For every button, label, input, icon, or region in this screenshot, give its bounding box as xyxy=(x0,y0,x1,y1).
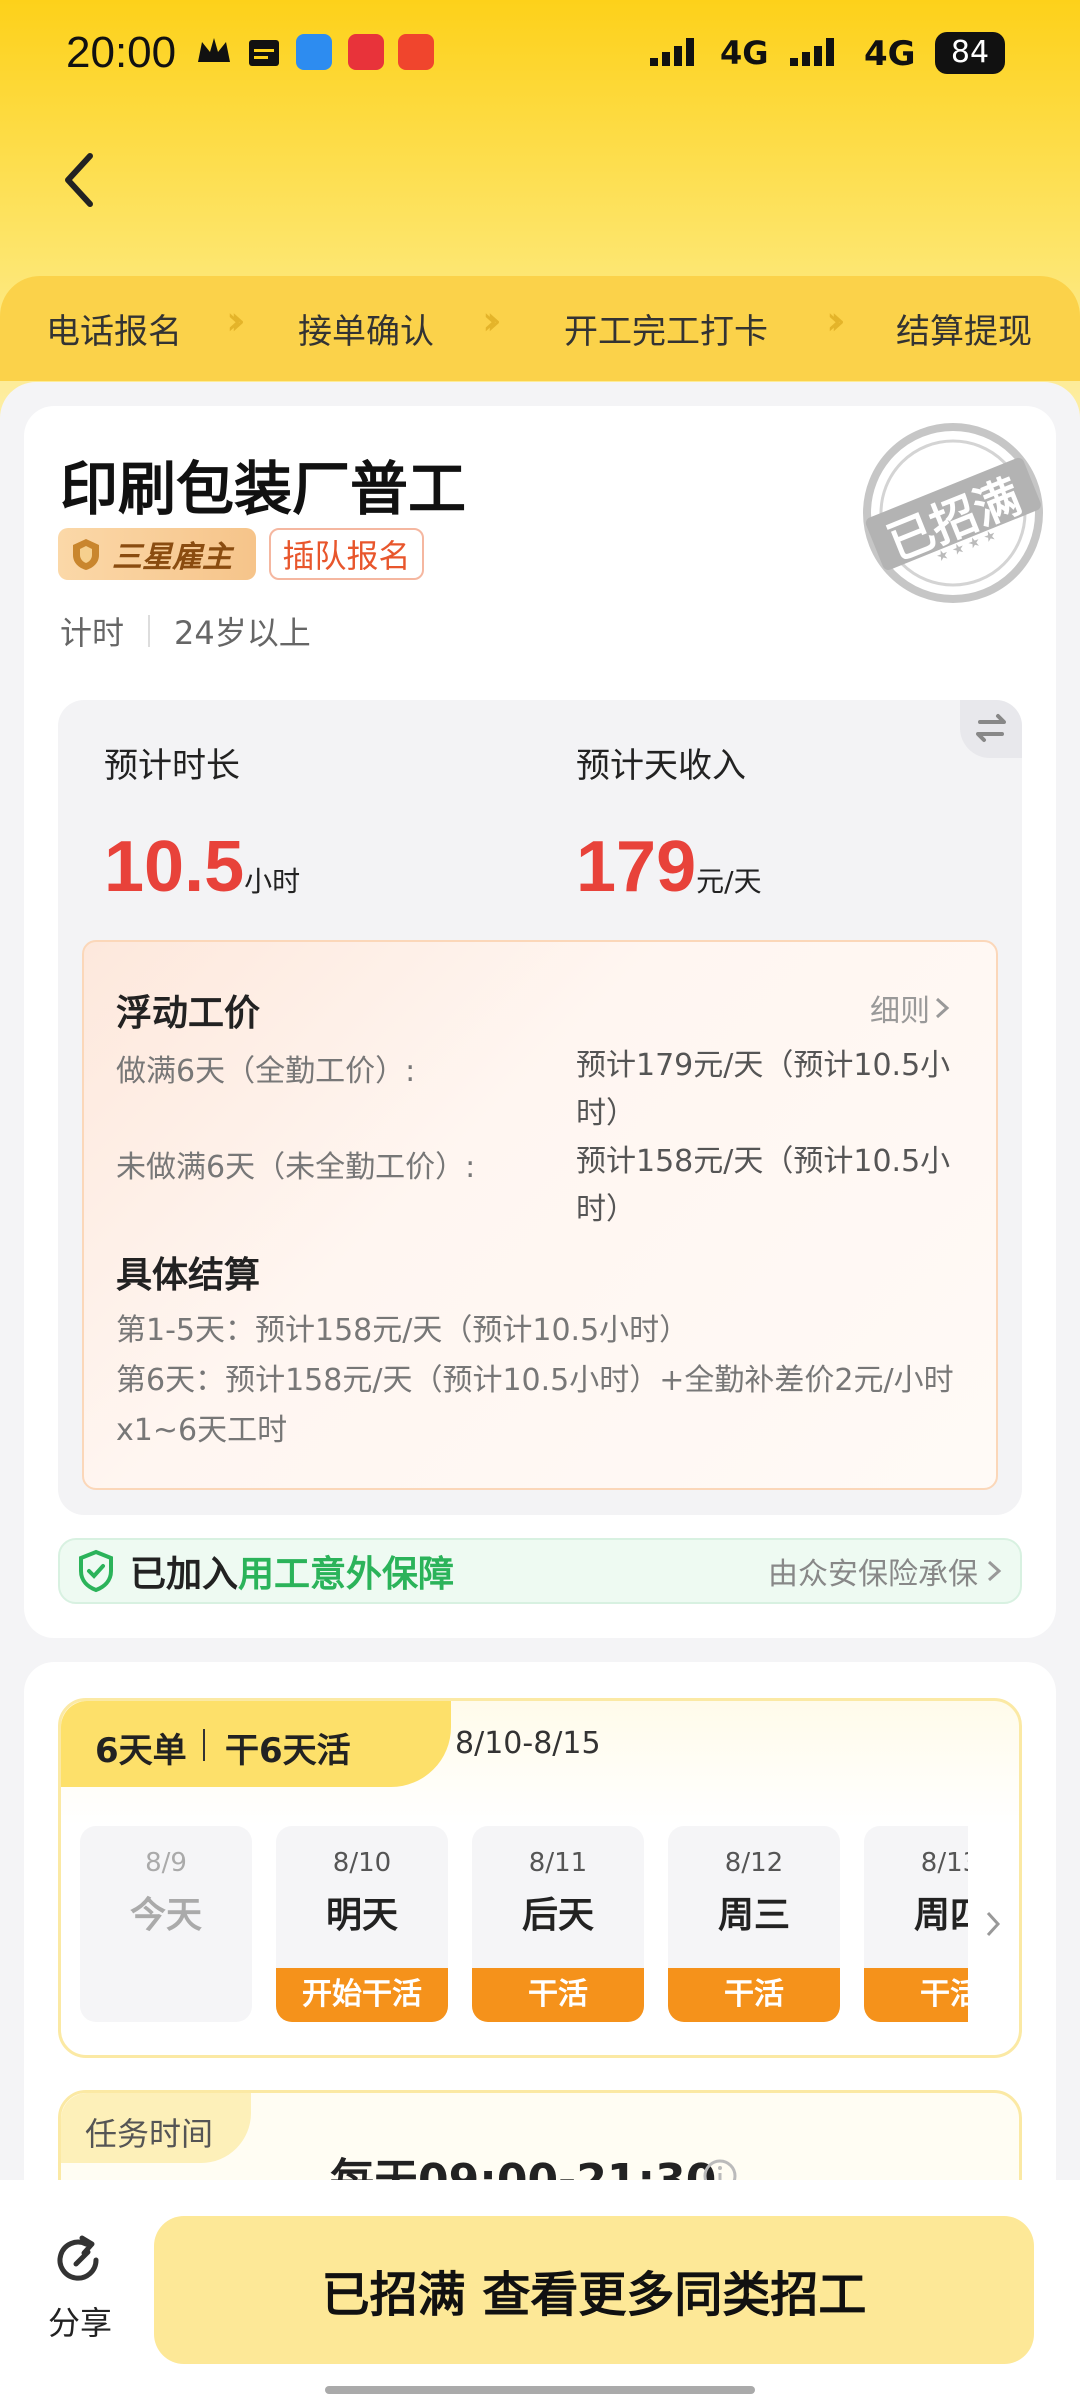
chevron-right-icon xyxy=(986,1911,1001,1937)
job-meta: 计时 24岁以上 xyxy=(60,608,311,654)
day-date: 8/11 xyxy=(528,1848,588,1878)
wage-row-value: 预计179元/天（预计10.5小时） xyxy=(576,1048,951,1131)
step-label: 结算提现 xyxy=(896,312,1032,352)
settlement-line: 第1-5天：预计158元/天（预计10.5小时） xyxy=(116,1313,690,1348)
insurance-name: 用工意外保障 xyxy=(238,1554,455,1595)
app-notification-icon xyxy=(348,34,384,70)
recruitment-full-stamp: ★ ★ ★ ★ 已招满 xyxy=(858,418,1048,608)
duration-label: 预计时长 xyxy=(104,746,240,786)
double-chevron-icon: ›› xyxy=(826,298,846,344)
wage-row-label: 做满6天（全勤工价）: xyxy=(116,1054,416,1089)
network-type: 4G xyxy=(864,34,916,74)
divider xyxy=(203,1729,205,1761)
step-label: 开工完工打卡 xyxy=(564,312,768,352)
floating-wage-title: 浮动工价 xyxy=(116,993,261,1034)
chevron-right-icon xyxy=(935,997,950,1019)
duration-value-group: 10.5小时 xyxy=(104,826,300,908)
app-notification-icon xyxy=(398,34,434,70)
share-icon xyxy=(57,2235,99,2281)
process-steps: 电话报名 ›› 接单确认 ›› 开工完工打卡 ›› 结算提现 xyxy=(0,276,1080,381)
signal-icon xyxy=(790,38,834,66)
schedule-tag: 6天单 干6天活 xyxy=(61,1701,451,1787)
day-strip: 8/9 今天 8/10 明天 开始干活 8/11 后天 干活 8/12 周三 干… xyxy=(78,1820,968,2030)
day-action: 干活 xyxy=(864,1968,968,2022)
crown-icon xyxy=(198,38,230,62)
day-date: 8/10 xyxy=(332,1848,392,1878)
status-bar: 20:00 4G 4G 84 xyxy=(0,0,1080,108)
insurance-prefix: 已加入 xyxy=(130,1554,239,1595)
income-unit: 元/天 xyxy=(696,865,762,898)
day-name: 周三 xyxy=(717,1895,790,1936)
day-date: 8/12 xyxy=(724,1848,784,1878)
settlement-title: 具体结算 xyxy=(116,1255,261,1296)
settlement-line: 第6天：预计158元/天（预计10.5小时）+全勤补差价2元/小时 xyxy=(116,1363,954,1398)
schedule-tag-work: 干6天活 xyxy=(225,1731,351,1771)
schedule-tag-days: 6天单 xyxy=(95,1731,187,1771)
day-name: 后天 xyxy=(521,1895,594,1936)
step-label: 电话报名 xyxy=(46,312,182,352)
employer-rank-badge: 三星雇主 xyxy=(58,528,256,580)
rules-link[interactable]: 细则 xyxy=(870,986,954,1030)
day-cell[interactable]: 8/10 明天 开始干活 xyxy=(276,1826,448,2022)
income-label: 预计天收入 xyxy=(576,746,746,786)
income-value-group: 179元/天 xyxy=(576,826,762,908)
day-action: 开始干活 xyxy=(276,1968,448,2022)
settlement-line: x1~6天工时 xyxy=(116,1413,288,1448)
calendar-icon xyxy=(249,40,279,66)
day-name: 今天 xyxy=(129,1895,202,1936)
step-label: 接单确认 xyxy=(298,312,434,352)
day-cell[interactable]: 8/9 今天 xyxy=(80,1826,252,2022)
swap-icon xyxy=(976,714,1006,742)
scroll-right-button[interactable] xyxy=(968,1826,1018,2022)
wage-row-value: 预计158元/天（预计10.5小时） xyxy=(576,1144,951,1227)
insurance-banner[interactable]: 已加入 用工意外保障 由众安保险承保 xyxy=(58,1538,1022,1604)
day-name: 周四 xyxy=(913,1895,968,1936)
share-button[interactable]: 分享 xyxy=(40,2232,120,2352)
switch-button[interactable] xyxy=(960,700,1022,758)
settlement-details: 第1-5天：预计158元/天（预计10.5小时） 第6天：预计158元/天（预计… xyxy=(116,1306,966,1456)
wage-row-label: 未做满6天（未全勤工价）: xyxy=(116,1150,476,1185)
rules-link-label: 细则 xyxy=(870,994,930,1029)
day-cell[interactable]: 8/11 后天 干活 xyxy=(472,1826,644,2022)
shield-check-icon xyxy=(79,1549,113,1593)
home-indicator xyxy=(325,2386,755,2394)
day-cell[interactable]: 8/12 周三 干活 xyxy=(668,1826,840,2022)
view-similar-jobs-button[interactable]: 已招满 查看更多同类招工 xyxy=(154,2216,1034,2364)
income-value: 179 xyxy=(576,827,697,907)
day-name: 明天 xyxy=(325,1895,398,1936)
queue-jump-badge: 插队报名 xyxy=(269,528,424,580)
day-date: 8/13 xyxy=(920,1848,968,1878)
back-arrow-icon[interactable] xyxy=(60,150,100,210)
duration-value: 10.5 xyxy=(104,827,245,907)
task-time-tag: 任务时间 xyxy=(61,2093,251,2163)
shield-badge-icon xyxy=(73,539,99,570)
status-time: 20:00 xyxy=(66,28,177,77)
battery-indicator: 84 xyxy=(935,32,1005,74)
day-action: 干活 xyxy=(668,1968,840,2022)
divider xyxy=(148,615,151,647)
pay-type: 计时 xyxy=(60,614,125,652)
employer-rank-label: 三星雇主 xyxy=(112,540,232,575)
schedule-date-range: 8/10-8/15 xyxy=(455,1726,601,1761)
day-date: 8/9 xyxy=(145,1848,187,1878)
task-time-label: 任务时间 xyxy=(85,2115,214,2153)
age-requirement: 24岁以上 xyxy=(174,614,311,652)
day-cell[interactable]: 8/13 周四 干活 xyxy=(864,1826,968,2022)
day-action: 干活 xyxy=(472,1968,644,2022)
app-notification-icon xyxy=(296,34,332,70)
share-label: 分享 xyxy=(47,2304,112,2342)
chevron-right-icon xyxy=(987,1560,1002,1582)
job-title: 印刷包装厂普工 xyxy=(60,455,467,523)
double-chevron-icon: ›› xyxy=(482,298,502,344)
signal-icon xyxy=(650,38,694,66)
network-type: 4G xyxy=(720,34,769,72)
double-chevron-icon: ›› xyxy=(226,298,246,344)
insurance-provider: 由众安保险承保 xyxy=(768,1557,978,1592)
duration-unit: 小时 xyxy=(244,865,301,898)
